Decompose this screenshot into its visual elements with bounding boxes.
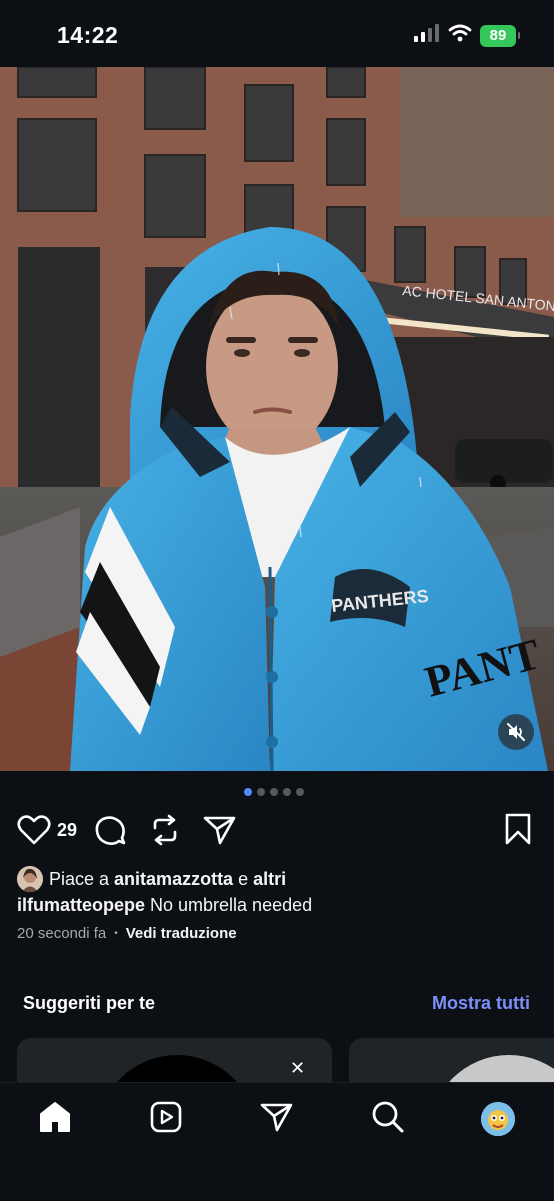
likes-prefix: Piace a — [49, 868, 115, 889]
nav-profile[interactable] — [478, 1099, 518, 1139]
caption-username[interactable]: ilfumatteopepe — [17, 895, 145, 915]
liker-username[interactable]: anitamazzotta — [114, 869, 233, 890]
reels-icon — [150, 1101, 182, 1138]
bookmark-icon[interactable] — [504, 813, 532, 850]
see-translation-link[interactable]: Vedi traduzione — [126, 925, 237, 942]
battery-level: 89 — [489, 26, 507, 44]
post-actions: 29 — [17, 812, 237, 848]
search-icon — [371, 1100, 405, 1139]
home-icon — [38, 1100, 72, 1139]
status-icons: 89 — [414, 24, 520, 47]
post-image[interactable]: AC HOTEL SAN ANTONIO PANTHERS PANT — [0, 67, 554, 771]
carousel-dot — [270, 788, 278, 796]
likes-summary[interactable]: Piace a anitamazzotta e altri — [17, 866, 286, 892]
likes-others[interactable]: altri — [253, 869, 286, 890]
meta-separator: • — [114, 928, 118, 939]
carousel-dot-active — [244, 788, 252, 796]
carousel-dot — [283, 788, 291, 796]
mute-icon — [506, 722, 526, 742]
close-icon[interactable]: ✕ — [290, 1058, 305, 1079]
see-all-link[interactable]: Mostra tutti — [432, 993, 530, 1014]
carousel-dot — [257, 788, 265, 796]
post-meta: 20 secondi fa • Vedi traduzione — [17, 925, 237, 942]
likes-connector: e — [233, 868, 254, 889]
signal-icon — [414, 24, 440, 47]
share-icon[interactable] — [203, 814, 237, 846]
profile-avatar — [481, 1102, 515, 1136]
repost-icon[interactable] — [150, 814, 180, 846]
battery-icon: 89 — [480, 24, 520, 47]
status-time: 14:22 — [57, 22, 119, 48]
carousel-dot — [296, 788, 304, 796]
carousel-indicator — [244, 788, 304, 796]
bottom-navigation — [0, 1082, 554, 1201]
comment-icon[interactable] — [95, 814, 127, 846]
like-count[interactable]: 29 — [57, 820, 77, 841]
heart-icon[interactable] — [17, 815, 51, 845]
post-caption: ilfumatteopepe No umbrella needed — [17, 895, 312, 916]
liker-avatar — [17, 866, 43, 892]
nav-messages[interactable] — [257, 1099, 297, 1139]
mute-button[interactable] — [498, 714, 534, 750]
nav-home[interactable] — [35, 1099, 75, 1139]
messages-icon — [260, 1101, 294, 1138]
nav-reels[interactable] — [146, 1099, 186, 1139]
suggested-title: Suggeriti per te — [23, 993, 156, 1013]
wifi-icon — [448, 24, 472, 47]
post-timestamp: 20 secondi fa — [17, 925, 107, 942]
nav-search[interactable] — [368, 1099, 408, 1139]
caption-text: No umbrella needed — [145, 895, 313, 915]
